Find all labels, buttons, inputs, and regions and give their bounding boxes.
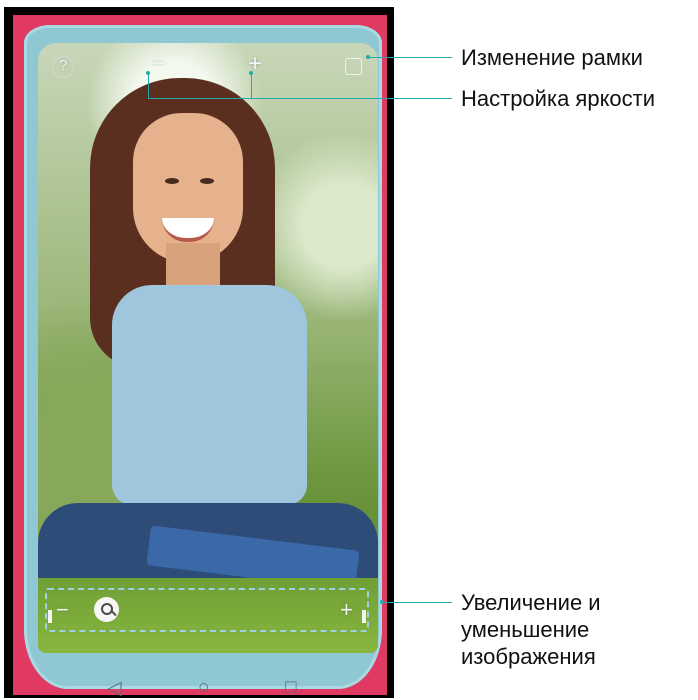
search-icon[interactable] [94, 597, 119, 622]
zoom-in-icon[interactable]: + [340, 599, 353, 621]
tank-top [112, 285, 307, 505]
zoom-left-handle[interactable] [48, 610, 52, 623]
frame-label: Изменение рамки [461, 45, 643, 70]
brightness-callout-vertical-right [251, 73, 252, 99]
frame-toggle-icon[interactable] [345, 58, 362, 75]
mirror-photo [38, 43, 378, 653]
right-eye [200, 178, 214, 184]
zoom-callout-line [384, 602, 452, 603]
phone-screen: ? − + − + ◁ ○ □ [4, 7, 394, 700]
frame-callout-line [370, 57, 452, 58]
help-icon[interactable]: ? [52, 56, 74, 78]
zoom-right-handle[interactable] [362, 610, 366, 623]
brightness-callout-vertical-left [148, 73, 149, 99]
back-icon[interactable]: ◁ [107, 677, 122, 700]
brightness-down-icon[interactable]: − [152, 52, 166, 76]
left-eye [165, 178, 179, 184]
recent-apps-icon[interactable]: □ [285, 677, 296, 699]
home-icon[interactable]: ○ [198, 677, 209, 699]
zoom-label: Увеличение и уменьшение изображения [461, 590, 601, 669]
brightness-label: Настройка яркости [461, 86, 656, 111]
zoom-out-icon[interactable]: − [56, 599, 69, 621]
brightness-callout-line [148, 98, 452, 99]
help-label: ? [59, 57, 68, 74]
